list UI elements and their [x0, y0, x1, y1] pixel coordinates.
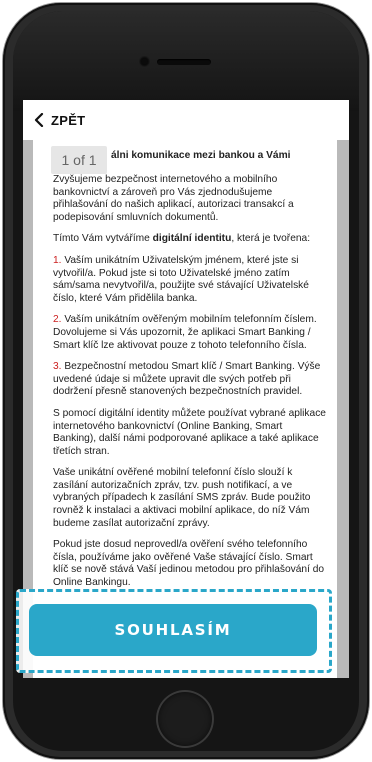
- nav-bar: ZPĚT: [23, 100, 349, 140]
- speaker-grille: [157, 59, 211, 65]
- list-item-username: 1. Vaším unikátním Uživatelským jménem, …: [53, 255, 327, 305]
- front-camera-icon: [139, 56, 150, 67]
- list-item-text: Vaším unikátním Uživatelským jménem, kte…: [53, 254, 309, 304]
- paragraph-verification: Pokud jste dosud neprovedl/a ověření své…: [53, 539, 325, 589]
- list-item-text: Bezpečnostní metodou Smart klíč / Smart …: [53, 361, 321, 398]
- digital-identity-term: digitální identitu: [152, 233, 232, 245]
- home-button[interactable]: [156, 690, 214, 748]
- paragraph-intro: Zvyšujeme bezpečnost internetového a mob…: [53, 174, 294, 223]
- list-number: 1.: [53, 254, 62, 266]
- paragraph-usage: S pomocí digitální identity můžete použí…: [53, 407, 326, 457]
- page-counter-badge: 1 of 1: [51, 146, 107, 174]
- list-number: 2.: [53, 314, 62, 326]
- list-number: 3.: [53, 361, 62, 373]
- back-link[interactable]: ZPĚT: [51, 113, 85, 128]
- chevron-left-icon[interactable]: [33, 112, 45, 128]
- list-item-smart-key: 3. Bezpečnostní metodou Smart klíč / Sma…: [53, 361, 327, 399]
- agree-button[interactable]: SOUHLASÍM: [29, 604, 317, 656]
- list-item-phone: 2. Vaším unikátním ověřeným mobilním tel…: [53, 314, 327, 352]
- paragraph-identity-suffix: , která je tvořena:: [231, 233, 311, 245]
- paragraph-identity-text: Tímto Vám vytváříme: [53, 233, 153, 245]
- list-item-text: Vaším unikátním ověřeným mobilním telefo…: [53, 314, 317, 351]
- document-body: álni komunikace mezi bankou a Vámi Zvyšu…: [53, 150, 327, 599]
- paragraph-identity: Tímto Vám vytváříme digitální identitu, …: [53, 233, 327, 246]
- paragraph-phone-usage: Vaše unikátní ověřené mobilní telefonní …: [53, 467, 311, 529]
